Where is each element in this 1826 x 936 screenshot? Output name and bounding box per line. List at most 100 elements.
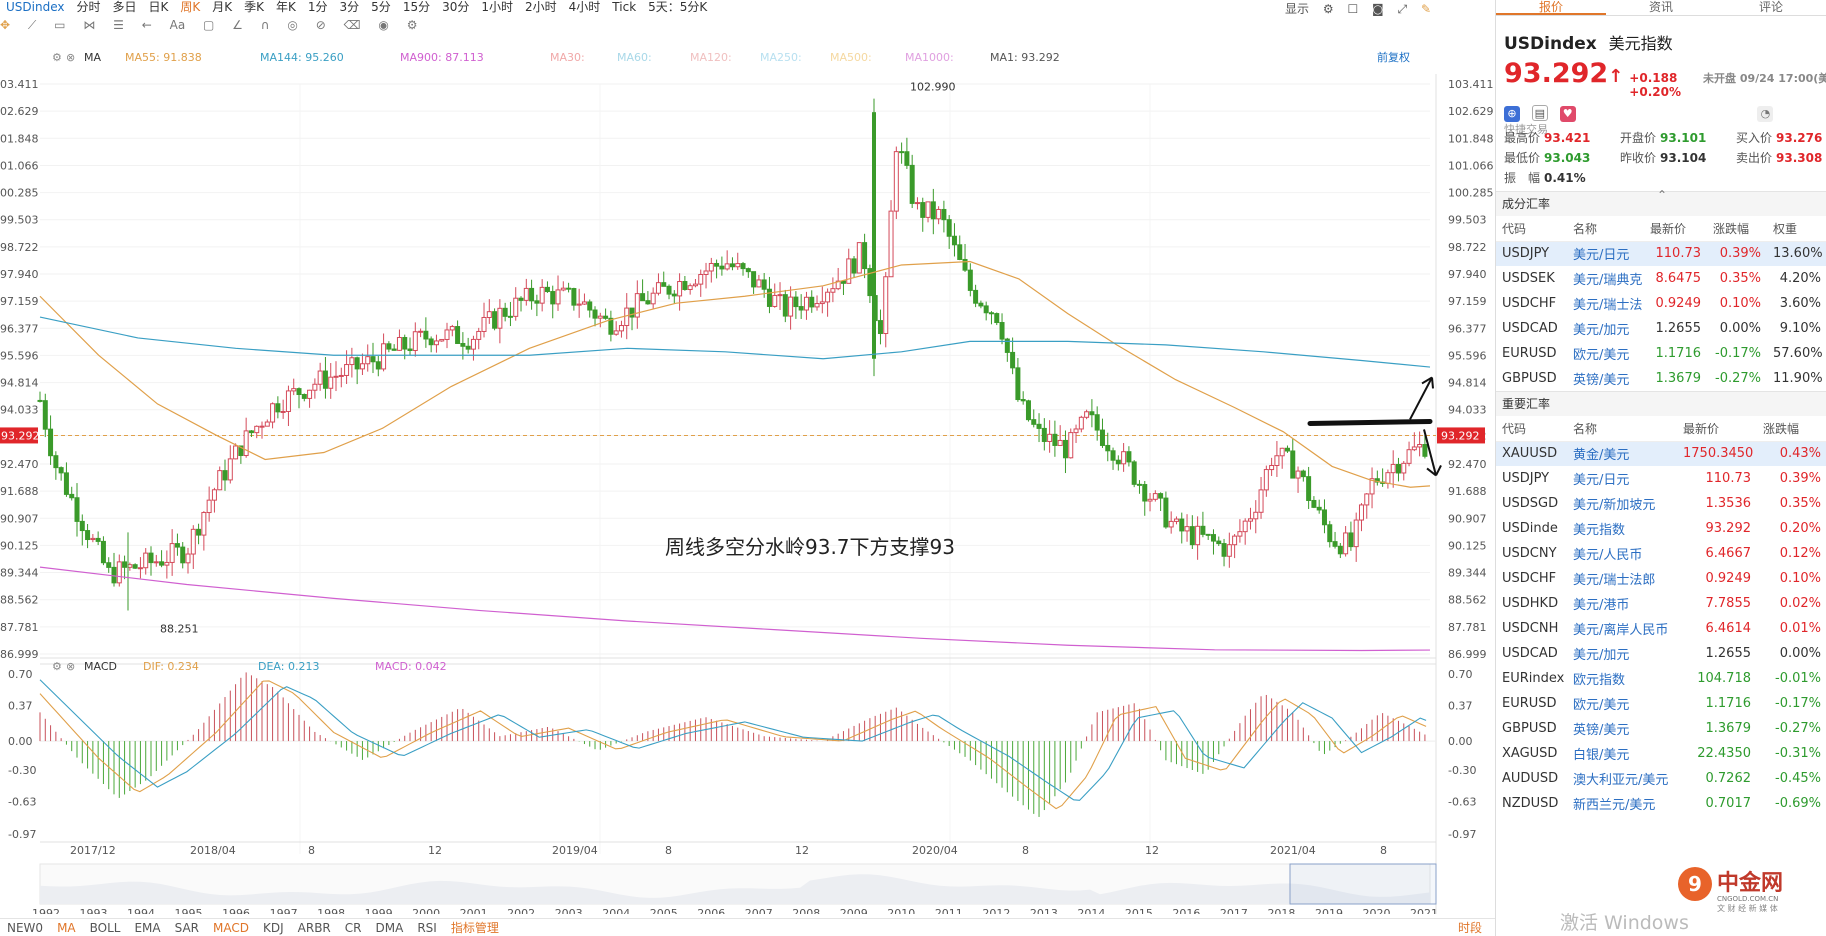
comment-icon[interactable]: ▢	[203, 18, 214, 32]
settings-icon[interactable]: ⚙	[52, 660, 62, 673]
fib-icon[interactable]: ⋈	[83, 18, 95, 32]
close-icon[interactable]: ⊗	[66, 660, 75, 673]
period-15[interactable]: Tick	[606, 0, 642, 14]
indicator-11[interactable]: 指标管理	[444, 919, 506, 936]
overview-window[interactable]	[1289, 863, 1437, 905]
component-row[interactable]: USDCAD 美元/加元 1.2655 0.00% 9.10%	[1496, 316, 1826, 341]
magnet-icon[interactable]: ∩	[261, 18, 270, 32]
indicator-2[interactable]: BOLL	[83, 921, 128, 935]
crosshair-icon[interactable]: ✥	[0, 18, 10, 32]
period-8[interactable]: 3分	[334, 0, 366, 14]
symbol-label[interactable]: USDindex	[0, 0, 70, 14]
ma-legend-item[interactable]: MA500:	[830, 51, 872, 64]
list-icon[interactable]: ☰	[113, 18, 124, 32]
major-row[interactable]: USDCNH 美元/离岸人民币 6.4614 0.01%	[1496, 616, 1826, 641]
period-2[interactable]: 日K	[143, 0, 175, 14]
indicator-7[interactable]: ARBR	[291, 921, 338, 935]
visibility-icon[interactable]: ◉	[378, 18, 388, 32]
adjust-label[interactable]: 前复权	[1377, 50, 1410, 64]
arrow-icon[interactable]: ←	[142, 18, 152, 32]
close-icon[interactable]: ⊗	[66, 51, 75, 64]
major-header-1[interactable]: 名称	[1567, 416, 1677, 442]
component-row[interactable]: USDJPY 美元/日元 110.73 0.39% 13.60%	[1496, 241, 1826, 266]
period-13[interactable]: 2小时	[519, 0, 563, 14]
heart-icon[interactable]: ♥	[1559, 106, 1576, 122]
period-10[interactable]: 15分	[397, 0, 436, 14]
major-row[interactable]: GBPUSD 英镑/美元 1.3679 -0.27%	[1496, 716, 1826, 741]
period-9[interactable]: 5分	[365, 0, 397, 14]
display-menu[interactable]: 显示	[1285, 2, 1309, 16]
lock-icon[interactable]: ⊘	[316, 18, 326, 32]
component-header-2[interactable]: 最新价	[1644, 216, 1707, 242]
dif-label[interactable]: DIF: 0.234	[143, 660, 199, 673]
component-header-4[interactable]: 权重	[1767, 216, 1826, 242]
component-header-3[interactable]: 涨跌幅	[1707, 216, 1767, 242]
major-row[interactable]: USDSGD 美元/新加坡元 1.3536 0.35%	[1496, 491, 1826, 516]
bell-icon[interactable]: ◔	[1757, 106, 1774, 122]
period-12[interactable]: 1小时	[475, 0, 519, 14]
major-row[interactable]: XAUUSD 黄金/美元 1750.3450 0.43%	[1496, 441, 1826, 466]
ma-legend-item[interactable]: MA1: 93.292	[990, 51, 1060, 64]
layout-icon[interactable]: ☐	[1347, 2, 1358, 16]
period-7[interactable]: 1分	[302, 0, 334, 14]
period-0[interactable]: 分时	[70, 0, 106, 14]
ruler-icon[interactable]: ∠	[232, 18, 243, 32]
component-row[interactable]: EURUSD 欧元/美元 1.1716 -0.17% 57.60%	[1496, 341, 1826, 366]
indicator-1[interactable]: MA	[50, 921, 83, 935]
pen-icon[interactable]: ✎	[1421, 2, 1431, 16]
ma-legend-item[interactable]: MA60:	[617, 51, 652, 64]
ma-legend-item[interactable]: MA55: 91.838	[125, 51, 202, 64]
period-4[interactable]: 月K	[206, 0, 238, 14]
settings-icon[interactable]: ⚙	[52, 51, 62, 64]
ma-legend-item[interactable]: MA1000:	[905, 51, 954, 64]
fullscreen-icon[interactable]: ⤢	[1398, 2, 1408, 16]
settings-icon[interactable]: ⚙	[1323, 2, 1334, 16]
major-row[interactable]: USDCAD 美元/加元 1.2655 0.00%	[1496, 641, 1826, 666]
tab-0[interactable]: 报价	[1496, 0, 1606, 15]
globe-icon[interactable]: ⊕	[1504, 106, 1520, 122]
indicator-10[interactable]: RSI	[410, 921, 444, 935]
ma-legend-item[interactable]: MA900: 87.113	[400, 51, 484, 64]
major-header-2[interactable]: 最新价	[1677, 416, 1757, 442]
major-row[interactable]: NZDUSD 新西兰元/美元 0.7017 -0.69%	[1496, 791, 1826, 816]
major-row[interactable]: USDinde 美元指数 93.292 0.20%	[1496, 516, 1826, 541]
ma-legend-item[interactable]: MA250:	[760, 51, 802, 64]
indicator-9[interactable]: DMA	[369, 921, 411, 935]
major-row[interactable]: USDCNY 美元/人民币 6.4667 0.12%	[1496, 541, 1826, 566]
period-5[interactable]: 季K	[238, 0, 270, 14]
eye-icon[interactable]: ◎	[287, 18, 297, 32]
ma-legend-item[interactable]: MA144: 95.260	[260, 51, 344, 64]
shape-icon[interactable]: ▭	[54, 18, 65, 32]
period-11[interactable]: 30分	[436, 0, 475, 14]
period-16[interactable]: 5天：5分K	[642, 0, 713, 14]
trash-icon[interactable]: ⌫	[344, 18, 361, 32]
indicator-5[interactable]: MACD	[206, 921, 256, 935]
component-row[interactable]: USDCHF 美元/瑞士法 0.9249 0.10% 3.60%	[1496, 291, 1826, 316]
indicator-8[interactable]: CR	[338, 921, 369, 935]
major-row[interactable]: USDHKD 美元/港币 7.7855 0.02%	[1496, 591, 1826, 616]
indicator-0[interactable]: NEW0	[0, 921, 50, 935]
major-row[interactable]: AUDUSD 澳大利亚元/美元 0.7262 -0.45%	[1496, 766, 1826, 791]
camera-icon[interactable]: ◙	[1372, 2, 1384, 16]
session-button[interactable]: 时段	[1451, 919, 1489, 936]
major-header-3[interactable]: 涨跌幅	[1757, 416, 1826, 442]
candlestick-chart[interactable]: ⚙ ⊗ MA MA55: 91.838 MA144: 95.260 MA900: 87.1…	[0, 44, 1495, 914]
period-1[interactable]: 多日	[107, 0, 143, 14]
macd-value-label[interactable]: MACD: 0.042	[375, 660, 447, 673]
major-row[interactable]: USDCHF 美元/瑞士法郎 0.9249 0.10%	[1496, 566, 1826, 591]
tab-2[interactable]: 评论	[1716, 0, 1826, 15]
period-6[interactable]: 年K	[270, 0, 302, 14]
text-icon[interactable]: Aa	[170, 18, 186, 32]
document-icon[interactable]: ▤	[1531, 105, 1548, 121]
major-header-0[interactable]: 代码	[1496, 416, 1567, 442]
ma-legend-item[interactable]: MA120:	[690, 51, 732, 64]
major-row[interactable]: XAGUSD 白银/美元 22.4350 -0.31%	[1496, 741, 1826, 766]
period-14[interactable]: 4小时	[563, 0, 607, 14]
component-header-0[interactable]: 代码	[1496, 216, 1567, 242]
ma-name[interactable]: MA	[84, 51, 101, 64]
component-row[interactable]: GBPUSD 英镑/美元 1.3679 -0.27% 11.90%	[1496, 366, 1826, 391]
indicator-4[interactable]: SAR	[168, 921, 206, 935]
major-row[interactable]: USDJPY 美元/日元 110.73 0.39%	[1496, 466, 1826, 491]
macd-name[interactable]: MACD	[84, 660, 117, 673]
gear-icon[interactable]: ⚙	[407, 18, 418, 32]
